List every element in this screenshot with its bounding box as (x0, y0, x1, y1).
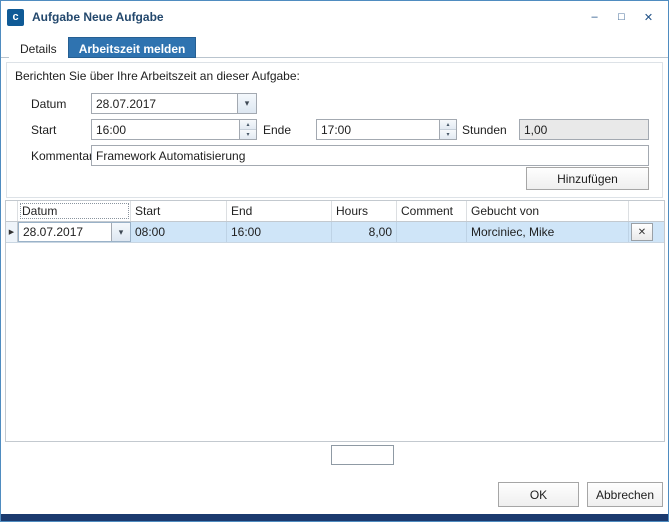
window-controls: – □ ✕ (581, 6, 662, 28)
row-start-cell[interactable]: 08:00 (131, 222, 227, 242)
row-hours-cell[interactable]: 8,00 (332, 222, 397, 242)
kommentar-field[interactable]: Framework Automatisierung (91, 145, 649, 166)
maximize-button[interactable]: □ (608, 6, 635, 28)
grid-header: Datum Start End Hours Comment Gebucht vo… (6, 201, 664, 222)
datum-dropdown-button[interactable]: ▾ (237, 94, 256, 113)
column-header-gebucht-von[interactable]: Gebucht von (467, 201, 629, 221)
row-datum-value: 28.07.2017 (19, 223, 111, 241)
chevron-down-icon: ▾ (245, 99, 250, 108)
tab-strip: Details Arbeitszeit melden (9, 37, 196, 58)
column-header-start[interactable]: Start (131, 201, 227, 221)
instruction-text: Berichten Sie über Ihre Arbeitszeit an d… (15, 69, 300, 83)
start-spin-up-button[interactable]: ▴ (240, 120, 256, 129)
empty-editor-box[interactable] (331, 445, 394, 465)
worklog-grid: Datum Start End Hours Comment Gebucht vo… (5, 200, 665, 442)
start-spin-down-button[interactable]: ▾ (240, 129, 256, 139)
column-header-datum[interactable]: Datum (18, 201, 131, 221)
abbrechen-button[interactable]: Abbrechen (587, 482, 663, 507)
window-title: Aufgabe Neue Aufgabe (32, 10, 164, 24)
tab-arbeitszeit-melden[interactable]: Arbeitszeit melden (68, 37, 197, 58)
row-datum-dropdown-button[interactable]: ▾ (111, 223, 130, 241)
row-marker-icon: ▶ (9, 229, 14, 236)
ende-field[interactable]: 17:00 ▴ ▾ (316, 119, 457, 140)
column-header-end[interactable]: End (227, 201, 332, 221)
row-gebucht-von-cell[interactable]: Morciniec, Mike (467, 222, 629, 242)
grid-row[interactable]: ▶ 28.07.2017 ▾ 08:00 16:00 8,00 Morcinie… (6, 222, 664, 243)
column-header-hours[interactable]: Hours (332, 201, 397, 221)
ende-label: Ende (263, 123, 291, 137)
bottom-border-strip (1, 514, 668, 521)
datum-label: Datum (31, 97, 66, 111)
row-datum-cell[interactable]: 28.07.2017 ▾ (18, 222, 131, 242)
ende-value: 17:00 (317, 120, 439, 139)
close-button[interactable]: ✕ (635, 6, 662, 28)
delete-icon: ✕ (638, 227, 646, 238)
stunden-label: Stunden (462, 123, 507, 137)
row-delete-cell: ✕ (629, 222, 664, 242)
delete-row-button[interactable]: ✕ (631, 223, 653, 241)
chevron-down-icon: ▾ (119, 228, 124, 237)
chevron-up-icon: ▴ (246, 122, 249, 128)
tab-details[interactable]: Details (9, 37, 68, 58)
kommentar-value: Framework Automatisierung (92, 146, 648, 165)
stunden-field: 1,00 (519, 119, 649, 140)
chevron-down-icon: ▾ (246, 132, 249, 138)
column-header-filler (629, 201, 664, 221)
kommentar-label: Kommentar (31, 149, 93, 163)
maximize-icon: □ (618, 11, 625, 23)
datum-value: 28.07.2017 (92, 94, 237, 113)
app-icon: c (7, 9, 24, 26)
hinzufuegen-button[interactable]: Hinzufügen (526, 167, 649, 190)
start-spinner: ▴ ▾ (239, 120, 256, 139)
app-icon-glyph: c (12, 11, 18, 23)
row-marker-cell: ▶ (6, 222, 18, 242)
start-field[interactable]: 16:00 ▴ ▾ (91, 119, 257, 140)
minimize-icon: – (591, 11, 597, 23)
ende-spin-up-button[interactable]: ▴ (440, 120, 456, 129)
close-icon: ✕ (644, 11, 653, 24)
ende-spin-down-button[interactable]: ▾ (440, 129, 456, 139)
titlebar[interactable]: c Aufgabe Neue Aufgabe – □ ✕ (1, 1, 668, 33)
column-header-comment[interactable]: Comment (397, 201, 467, 221)
chevron-down-icon: ▾ (446, 132, 449, 138)
minimize-button[interactable]: – (581, 6, 608, 28)
row-end-cell[interactable]: 16:00 (227, 222, 332, 242)
chevron-up-icon: ▴ (446, 122, 449, 128)
start-label: Start (31, 123, 56, 137)
ende-spinner: ▴ ▾ (439, 120, 456, 139)
grid-marker-header (6, 201, 18, 221)
row-comment-cell[interactable] (397, 222, 467, 242)
ok-button[interactable]: OK (498, 482, 579, 507)
datum-field[interactable]: 28.07.2017 ▾ (91, 93, 257, 114)
dialog-window: c Aufgabe Neue Aufgabe – □ ✕ Details Arb… (0, 0, 669, 522)
start-value: 16:00 (92, 120, 239, 139)
stunden-value: 1,00 (520, 120, 648, 139)
